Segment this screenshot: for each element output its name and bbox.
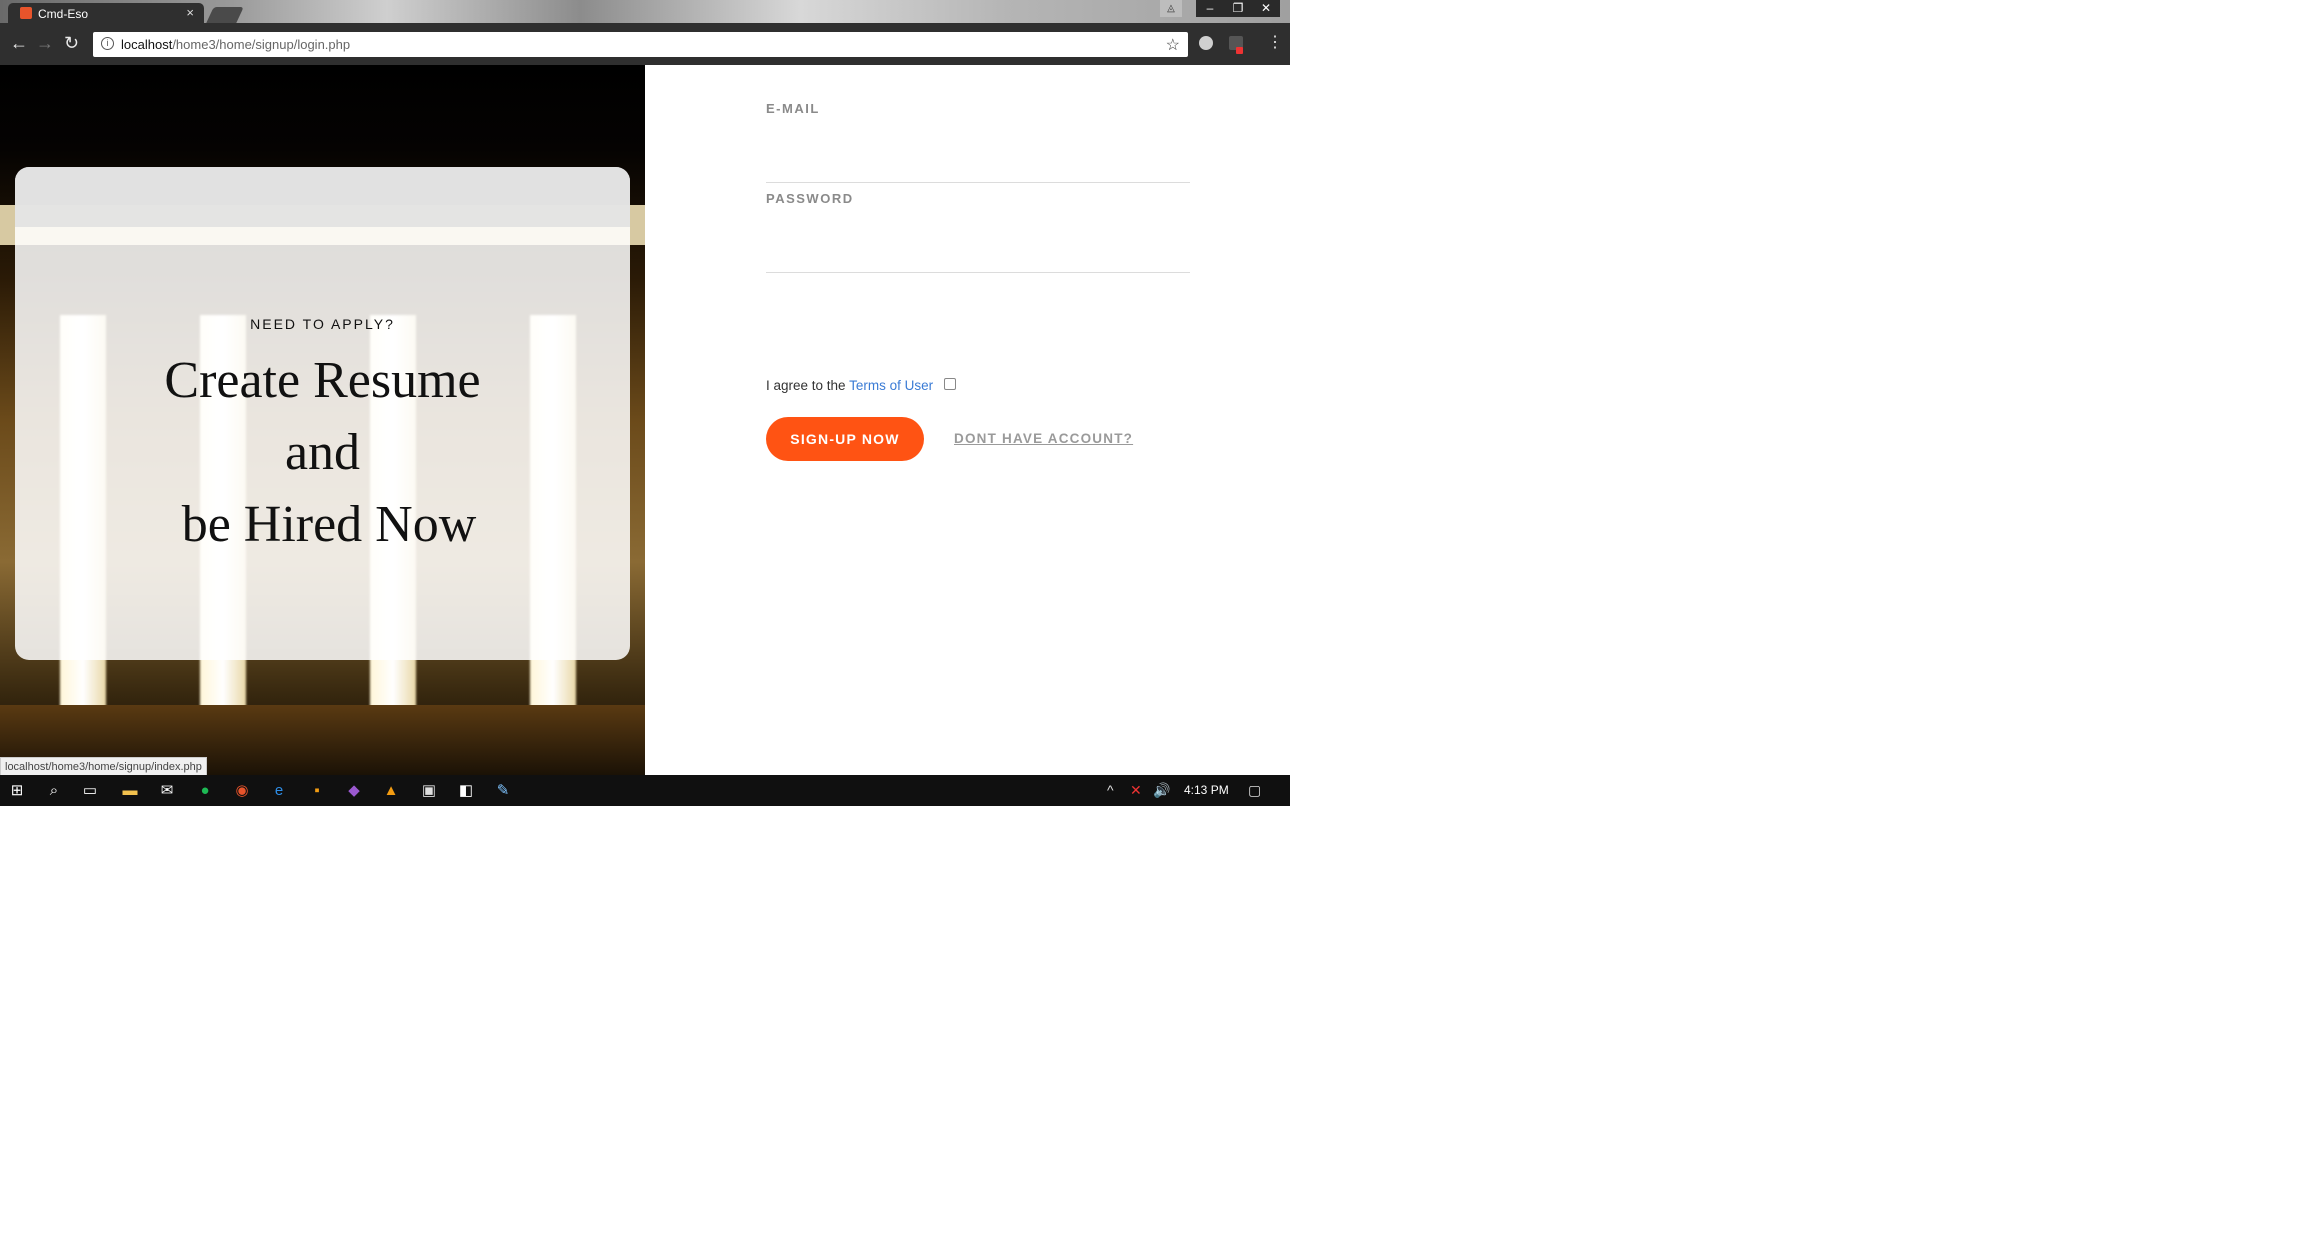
headline-line: Create Resume [164,352,481,409]
profile-icon[interactable]: ◬ [1160,0,1182,17]
mail-icon[interactable]: ✉ [158,782,176,800]
visual-studio-icon[interactable]: ◆ [345,782,363,800]
reload-icon[interactable]: ↻ [64,34,79,52]
screen: Cmd-Eso × ◬ – ❐ ✕ ← → ↻ i localhost/home… [0,0,1290,806]
clock[interactable]: 4:13 PM [1184,783,1229,797]
browser-toolbar: ← → ↻ i localhost/home3/home/signup/logi… [0,23,1290,65]
extension-icon[interactable] [1199,36,1213,50]
terms-link[interactable]: Terms of User [849,378,933,393]
action-center-icon[interactable]: ▢ [1248,782,1261,799]
address-bar[interactable]: i localhost/home3/home/signup/login.php … [93,32,1188,57]
password-underline [766,272,1190,273]
email-label: E-MAIL [766,101,820,116]
menu-icon[interactable]: ⋮ [1267,34,1283,52]
email-underline [766,182,1190,183]
terms-checkbox[interactable] [944,378,956,390]
page: NEED TO APPLY? Create Resume and be Hire… [0,65,1290,775]
hero-background-image: NEED TO APPLY? Create Resume and be Hire… [0,65,645,775]
terms-agreement: I agree to the Terms of User [766,378,933,393]
network-icon[interactable]: ✕ [1130,782,1142,799]
hero-tagline: NEED TO APPLY? [250,316,395,332]
edge-icon[interactable]: e [270,782,288,800]
hero-headline: Create Resume and be Hired Now [15,345,630,561]
paint-icon[interactable]: ✎ [494,782,512,800]
browser-titlebar: Cmd-Eso × ◬ – ❐ ✕ [0,0,1290,23]
file-explorer-icon[interactable]: ▬ [121,782,139,800]
spotify-icon[interactable]: ● [196,782,214,800]
signup-button[interactable]: SIGN-UP NOW [766,417,924,461]
search-icon[interactable]: ⌕ [45,782,63,800]
tab-favicon-icon [20,7,32,19]
volume-icon[interactable]: 🔊 [1153,782,1170,799]
headline-line: be Hired Now [168,496,477,553]
forward-icon[interactable]: → [36,34,54,52]
url-path: /home3/home/signup/login.php [172,37,351,52]
chrome-icon[interactable]: ◉ [233,782,251,800]
app-icon[interactable]: ◧ [457,782,475,800]
minimize-icon[interactable]: – [1196,0,1224,17]
email-field[interactable] [766,129,1194,155]
restore-icon[interactable]: ❐ [1224,0,1252,17]
password-field[interactable] [766,219,1194,245]
back-icon[interactable]: ← [10,34,28,52]
browser-tab[interactable]: Cmd-Eso × [8,3,204,23]
extension-badge-icon [1236,47,1243,54]
headline-line: and [284,424,361,481]
close-window-icon[interactable]: ✕ [1252,0,1280,17]
url-text: localhost/home3/home/signup/login.php [121,37,350,52]
taskbar: ⊞ ⌕ ▭ ▬ ✉ ● ◉ e ▪ ◆ ▲ ▣ ◧ ✎ ^ ✕ 🔊 4:13 P… [0,775,1290,806]
password-label: PASSWORD [766,191,854,206]
sublime-icon[interactable]: ▪ [308,782,326,800]
no-account-link[interactable]: DONT HAVE ACCOUNT? [954,431,1133,446]
task-view-icon[interactable]: ▭ [81,782,99,800]
new-tab-button[interactable] [206,7,244,23]
star-icon[interactable]: ☆ [1166,35,1180,55]
tray-chevron-icon[interactable]: ^ [1107,782,1114,798]
signup-form: E-MAIL PASSWORD I agree to the Terms of … [645,65,1290,775]
url-host: localhost [121,37,173,52]
agree-text: I agree to the [766,378,850,393]
tab-close-icon[interactable]: × [186,5,194,20]
store-icon[interactable]: ▣ [420,782,438,800]
windows-start-icon[interactable]: ⊞ [8,782,26,800]
vlc-icon[interactable]: ▲ [382,782,400,800]
hero-card: NEED TO APPLY? Create Resume and be Hire… [15,167,630,660]
status-bar-url: localhost/home3/home/signup/index.php [0,757,207,775]
info-icon[interactable]: i [101,37,114,50]
card-header-shade [15,167,630,227]
tab-title: Cmd-Eso [38,7,89,21]
